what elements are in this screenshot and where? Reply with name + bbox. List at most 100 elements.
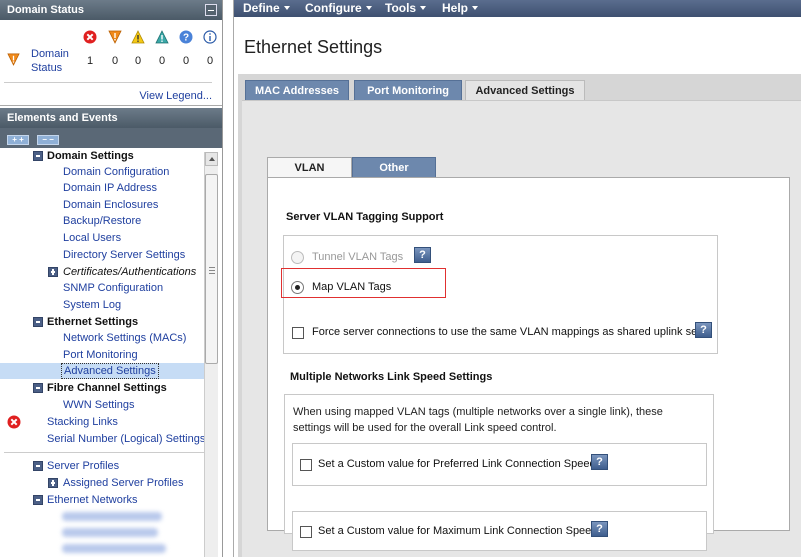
tree-label: Assigned Server Profiles [63, 477, 184, 489]
svg-text:?: ? [183, 33, 189, 44]
tree-label: Local Users [63, 232, 122, 244]
info-count: 0 [206, 55, 214, 67]
link-speed-title: Multiple Networks Link Speed Settings [290, 371, 493, 383]
menu-tools[interactable]: Tools [385, 0, 427, 17]
vlan-panel: Server VLAN Tagging Support Tunnel VLAN … [267, 177, 790, 551]
view-legend-link[interactable]: View Legend... [139, 90, 212, 102]
menu-define[interactable]: Define [243, 0, 290, 17]
expand-icon[interactable] [48, 267, 58, 277]
minor-icon [155, 30, 169, 44]
menu-label: Help [442, 1, 469, 15]
force-vlan-mapping-checkbox[interactable] [292, 327, 304, 339]
tree-node-advanced-settings[interactable]: Advanced Settings [0, 363, 204, 379]
domain-status-title: Domain Status [7, 4, 85, 16]
tree-label: Ethernet Settings [47, 316, 139, 328]
expand-all-button[interactable]: + + [7, 135, 29, 145]
warning-icon [131, 30, 145, 44]
help-icon[interactable]: ? [414, 247, 431, 263]
info-icon [203, 30, 217, 44]
unknown-count: 0 [182, 55, 190, 67]
link-speed-group: When using mapped VLAN tags (multiple ne… [284, 394, 714, 551]
redacted-network-entry [62, 512, 162, 521]
maximum-speed-label: Set a Custom value for Maximum Link Conn… [318, 525, 598, 537]
help-icon[interactable]: ? [591, 454, 608, 470]
domain-status-link[interactable]: Domain Status [31, 47, 69, 75]
scroll-up-icon[interactable] [205, 152, 218, 166]
chevron-down-icon [283, 6, 290, 10]
chevron-down-icon [420, 6, 427, 10]
tree-label: Network Settings (MACs) [63, 332, 187, 344]
menu-help[interactable]: Help [442, 0, 479, 17]
tree-label: SNMP Configuration [63, 282, 164, 294]
collapse-all-button[interactable]: − − [37, 135, 59, 145]
divider [4, 452, 204, 453]
domain-status-link-line2: Status [31, 62, 63, 74]
tree-label: WWN Settings [63, 399, 135, 411]
grip-icon [209, 267, 215, 274]
tree-label: Domain Configuration [63, 166, 170, 178]
collapse-icon[interactable] [33, 151, 43, 161]
warning-count: 0 [134, 55, 142, 67]
collapse-icon[interactable] [33, 317, 43, 327]
domain-status-header: Domain Status [0, 0, 222, 20]
redacted-network-entry [62, 544, 166, 553]
tunnel-vlan-label: Tunnel VLAN Tags [312, 251, 404, 263]
map-vlan-label: Map VLAN Tags [312, 281, 392, 293]
tree-label: Server Profiles [47, 460, 120, 472]
vlan-tagging-title: Server VLAN Tagging Support [286, 211, 444, 223]
chevron-down-icon [472, 6, 479, 10]
tab-vlan[interactable]: VLAN [267, 157, 352, 177]
divider [4, 82, 212, 83]
domain-status-link-line1: Domain [31, 48, 69, 60]
expand-icon[interactable] [48, 478, 58, 488]
menu-bar: Define Configure Tools Help [234, 0, 801, 17]
help-icon[interactable]: ? [591, 521, 608, 537]
tree-label: Certificates/Authentications [63, 266, 197, 278]
left-navigation-panel: Domain Status ? Domain Status 1 0 0 0 0 … [0, 0, 223, 557]
link-speed-description-line1: When using mapped VLAN tags (multiple ne… [293, 406, 663, 418]
tab-port-monitoring[interactable]: Port Monitoring [354, 80, 462, 100]
preferred-speed-checkbox[interactable] [300, 459, 312, 471]
main-tab-area: MAC Addresses Port Monitoring Advanced S… [238, 74, 801, 557]
tab-advanced-settings[interactable]: Advanced Settings [465, 80, 585, 100]
tree-label: Stacking Links [47, 416, 118, 428]
tree-label: System Log [63, 299, 122, 311]
tree-label: Domain Settings [47, 150, 134, 162]
menu-label: Define [243, 1, 280, 15]
collapse-icon[interactable] [33, 383, 43, 393]
tree-label: Ethernet Networks [47, 494, 138, 506]
link-speed-description-line2: settings will be used for the overall Li… [293, 422, 557, 434]
maximum-speed-checkbox[interactable] [300, 526, 312, 538]
minimize-icon[interactable] [205, 4, 217, 16]
tab-mac-addresses[interactable]: MAC Addresses [245, 80, 349, 100]
map-vlan-radio[interactable] [291, 281, 304, 294]
scroll-thumb[interactable] [205, 174, 218, 364]
menu-configure[interactable]: Configure [305, 0, 372, 17]
collapse-icon[interactable] [33, 495, 43, 505]
critical-icon [7, 415, 21, 429]
force-vlan-mapping-label: Force server connections to use the same… [312, 326, 706, 338]
domain-major-icon [7, 53, 20, 66]
tree-scrollbar[interactable] [204, 152, 218, 557]
major-count: 0 [111, 55, 119, 67]
preferred-speed-box: Set a Custom value for Preferred Link Co… [292, 443, 707, 486]
tab-other[interactable]: Other [352, 157, 436, 177]
elements-events-header: Elements and Events [0, 108, 222, 128]
redacted-network-entry [62, 528, 158, 537]
help-icon[interactable]: ? [695, 322, 712, 338]
vlan-tagging-group: Tunnel VLAN Tags ? Map VLAN Tags Force s… [281, 235, 718, 354]
major-icon [108, 30, 122, 44]
chevron-down-icon [365, 6, 372, 10]
collapse-icon[interactable] [33, 461, 43, 471]
minor-count: 0 [158, 55, 166, 67]
menu-label: Configure [305, 1, 362, 15]
tree-label: Advanced Settings [61, 363, 159, 379]
main-content-panel: Define Configure Tools Help Ethernet Set… [233, 0, 801, 557]
navigation-tree: Domain Settings Domain Configuration Dom… [0, 148, 222, 557]
critical-count: 1 [86, 55, 94, 67]
unknown-icon: ? [179, 30, 193, 44]
tree-label: Backup/Restore [63, 215, 142, 227]
tree-toolbar: + + − − [0, 128, 222, 148]
critical-icon [83, 30, 97, 44]
tunnel-vlan-radio[interactable] [291, 251, 304, 264]
